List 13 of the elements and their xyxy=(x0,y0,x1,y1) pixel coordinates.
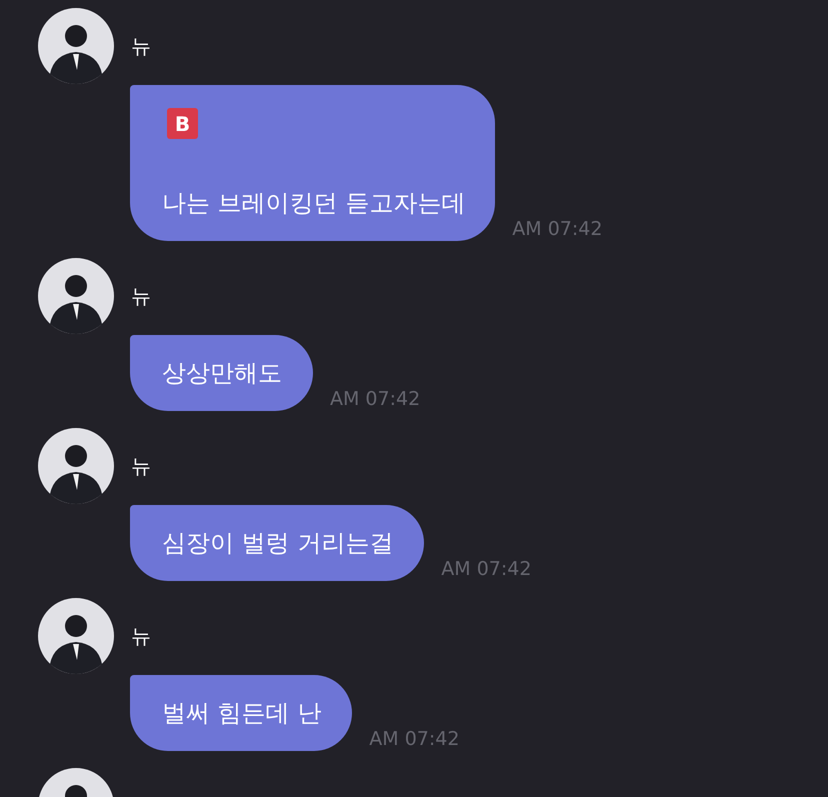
message-text: 상상만해도 xyxy=(162,359,282,387)
timestamp: AM 07:42 xyxy=(512,217,602,241)
sender-name: 뉴 xyxy=(131,32,151,60)
timestamp: AM 07:42 xyxy=(441,557,532,581)
message-text: 벌써 힘든데 난 xyxy=(162,699,322,727)
sender-name: 뉴 xyxy=(131,452,151,480)
emoji-badge: B xyxy=(167,108,198,139)
message-text: 나는 브레이킹던 듣고자는데 xyxy=(162,189,466,217)
message-text: 심장이 벌렁 거리는걸 xyxy=(162,529,394,557)
timestamp: AM 07:42 xyxy=(330,387,420,411)
sender-name: 뉴 xyxy=(131,282,151,310)
timestamp: AM 07:42 xyxy=(369,727,460,751)
sender-name: 뉴 xyxy=(131,622,151,650)
